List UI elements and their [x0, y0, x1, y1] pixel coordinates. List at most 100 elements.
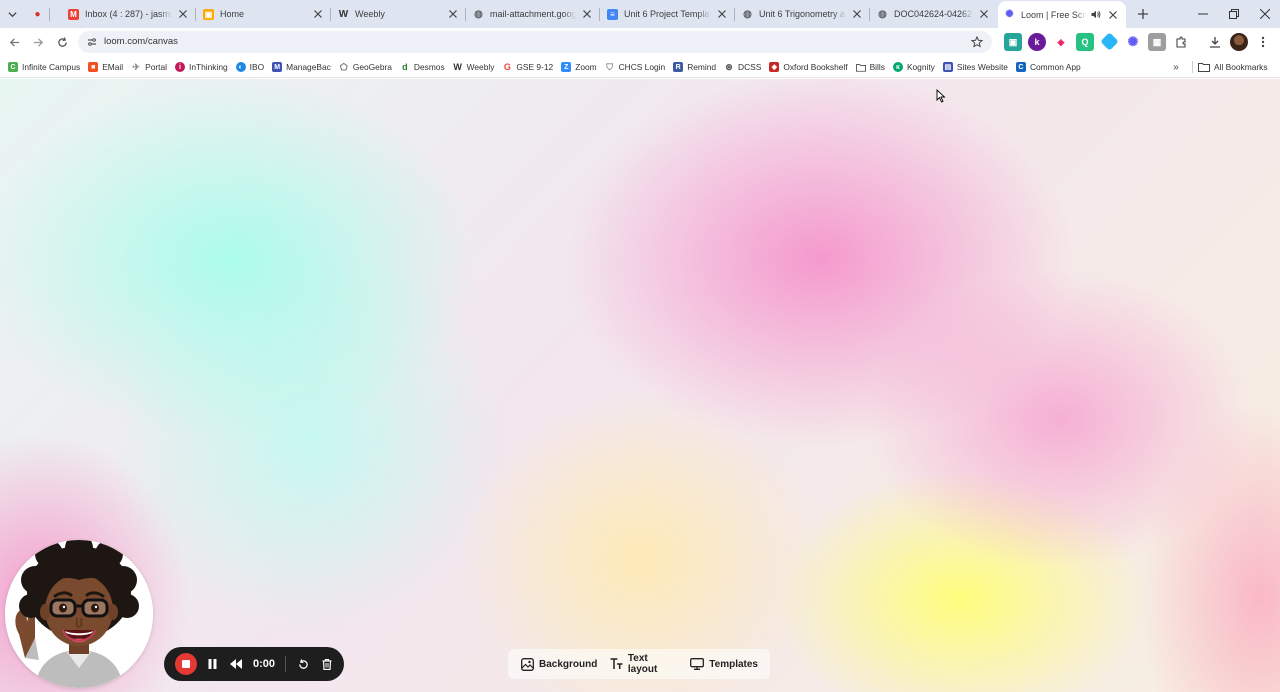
- templates-label: Templates: [709, 658, 758, 670]
- webcam-bubble[interactable]: [5, 540, 153, 688]
- extension-photo-icon[interactable]: ▣: [1004, 33, 1022, 51]
- site-info-icon[interactable]: [85, 35, 99, 49]
- extension-diamond-icon[interactable]: [1100, 32, 1119, 51]
- bookmark-desmos[interactable]: d Desmos: [396, 59, 449, 75]
- tab-1[interactable]: M Inbox (4 : 287) - jasmine: [62, 1, 196, 27]
- bookmark-chcs-login[interactable]: ⛉ CHCS Login: [601, 59, 670, 75]
- bookmark-zoom[interactable]: Z Zoom: [557, 59, 600, 75]
- forward-button[interactable]: [29, 33, 47, 51]
- loom-icon: ✺: [1005, 9, 1014, 20]
- new-tab-button[interactable]: [1134, 5, 1152, 23]
- tab-4[interactable]: ◍ mail-attachment.google: [467, 1, 600, 27]
- pause-button[interactable]: [203, 655, 221, 673]
- extension-q-icon[interactable]: Q: [1076, 33, 1094, 51]
- menu-kebab-icon[interactable]: [1254, 33, 1272, 51]
- mouse-cursor-icon: [936, 89, 946, 103]
- extension-k-icon[interactable]: k: [1028, 33, 1046, 51]
- download-icon[interactable]: [1206, 33, 1224, 51]
- speaker-icon[interactable]: [1090, 10, 1102, 19]
- extensions-area: ▣ k ◈ Q ✺ ▦: [1004, 32, 1196, 51]
- bookmark-oxford-bookshelf[interactable]: ◆ Oxford Bookshelf: [765, 59, 851, 75]
- bookmark-label: Common App: [1029, 62, 1081, 72]
- bookmark-sites-website[interactable]: ▤ Sites Website: [939, 59, 1012, 75]
- close-tab-icon[interactable]: [311, 7, 325, 21]
- close-tab-icon[interactable]: [850, 7, 864, 21]
- extension-arrow-icon[interactable]: ◈: [1052, 33, 1070, 51]
- bookmark-label: GSE 9-12: [516, 62, 554, 72]
- bookmark-gse-9-12[interactable]: G GSE 9-12: [498, 59, 557, 75]
- monitor-icon: [690, 657, 705, 671]
- toolbar-right: [1206, 33, 1278, 51]
- restart-button[interactable]: [294, 655, 312, 673]
- text-layout-label: Text layout: [627, 653, 658, 675]
- bookmark-infinite-campus[interactable]: C Infinite Campus: [4, 59, 84, 75]
- bookmark-label: Portal: [145, 62, 168, 72]
- bookmark-star-icon[interactable]: [968, 33, 986, 51]
- close-tab-icon[interactable]: [1106, 8, 1120, 22]
- bookmark-label: Infinite Campus: [22, 62, 81, 72]
- bookmark-managebac[interactable]: M ManageBac: [268, 59, 335, 75]
- google-icon: G: [503, 62, 511, 72]
- loom-extension-icon[interactable]: ✺: [1124, 33, 1142, 51]
- bookmark-email[interactable]: ■ EMail: [84, 59, 127, 75]
- address-bar[interactable]: loom.com/canvas: [78, 31, 992, 53]
- oxford-icon: ◆: [769, 62, 780, 72]
- bookmark-label: Kognity: [906, 62, 935, 72]
- bookmark-inthinking[interactable]: i InThinking: [171, 59, 232, 75]
- extensions-puzzle-icon[interactable]: [1172, 33, 1190, 51]
- bookmark-label: Zoom: [575, 62, 597, 72]
- tab-2[interactable]: ▣ Home: [197, 1, 331, 27]
- bookmark-bills[interactable]: Bills: [852, 59, 889, 75]
- bitmoji-avatar: [5, 540, 153, 688]
- rewind-button[interactable]: [227, 655, 245, 673]
- bookmark-geogebra[interactable]: ⬠ GeoGebra: [335, 59, 396, 75]
- restore-icon: [1228, 9, 1239, 19]
- tab-5[interactable]: ≡ Unit 6 Project Template: [601, 1, 735, 27]
- back-button[interactable]: [5, 33, 23, 51]
- tab-separator: [869, 8, 870, 21]
- extension-grey-icon[interactable]: ▦: [1148, 33, 1166, 51]
- tab-7[interactable]: ◍ DOC042624-04262024: [871, 1, 997, 27]
- reload-button[interactable]: [53, 33, 71, 51]
- bookmark-dcss[interactable]: ⊛ DCSS: [720, 59, 765, 75]
- all-bookmarks-button[interactable]: All Bookmarks: [1198, 59, 1268, 75]
- close-tab-icon[interactable]: [446, 7, 460, 21]
- tab-0[interactable]: ●: [26, 1, 50, 27]
- bookmark-label: Remind: [687, 62, 717, 72]
- bookmark-ibo[interactable]: ◐ IBO: [232, 59, 268, 75]
- profile-avatar[interactable]: [1230, 33, 1248, 51]
- tab-strip: ● M Inbox (4 : 287) - jasmine ▣ Home W Weebly ◍…: [0, 0, 1280, 28]
- tab-separator: [599, 8, 600, 21]
- bookmarks-bar: C Infinite Campus ■ EMail ✈ Portal i InThinking…: [0, 56, 1280, 78]
- minimize-button[interactable]: [1187, 0, 1218, 28]
- bookmark-kognity[interactable]: κ Kognity: [889, 59, 939, 75]
- tab-title: Unit 6 Trigonometry and: [759, 9, 846, 19]
- tab-3[interactable]: W Weebly: [332, 1, 466, 27]
- tab-title: Home: [220, 9, 245, 19]
- url-text[interactable]: loom.com/canvas: [104, 36, 178, 47]
- close-tab-icon[interactable]: [715, 7, 729, 21]
- close-tab-icon[interactable]: [176, 7, 190, 21]
- restore-button[interactable]: [1218, 0, 1249, 28]
- bookmark-weebly[interactable]: W Weebly: [449, 59, 499, 75]
- background-button[interactable]: Background: [514, 652, 603, 676]
- tab-separator: [330, 8, 331, 21]
- bookmark-portal[interactable]: ✈ Portal: [127, 59, 171, 75]
- tab-6[interactable]: ◍ Unit 6 Trigonometry and: [736, 1, 870, 27]
- bookmark-remind[interactable]: R Remind: [669, 59, 720, 75]
- text-layout-button[interactable]: Text layout: [603, 652, 684, 676]
- loom-canvas: 0:00 Background Text layout Templates: [0, 79, 1280, 692]
- templates-button[interactable]: Templates: [684, 652, 764, 676]
- managebac-icon: M: [272, 62, 283, 72]
- close-tab-icon[interactable]: [977, 7, 991, 21]
- tab-title: Weebly: [355, 9, 385, 19]
- close-window-button[interactable]: [1249, 0, 1280, 28]
- close-tab-icon[interactable]: [580, 7, 594, 21]
- tab-8[interactable]: ✺ Loom | Free Screen: [998, 1, 1126, 28]
- delete-button[interactable]: [318, 655, 336, 673]
- more-bookmarks-chevron-icon[interactable]: »: [1168, 59, 1184, 75]
- tab-search-button[interactable]: [3, 5, 21, 23]
- docs-icon: ≡: [607, 8, 618, 20]
- stop-recording-button[interactable]: [175, 653, 197, 675]
- bookmark-common-app[interactable]: C Common App: [1012, 59, 1085, 75]
